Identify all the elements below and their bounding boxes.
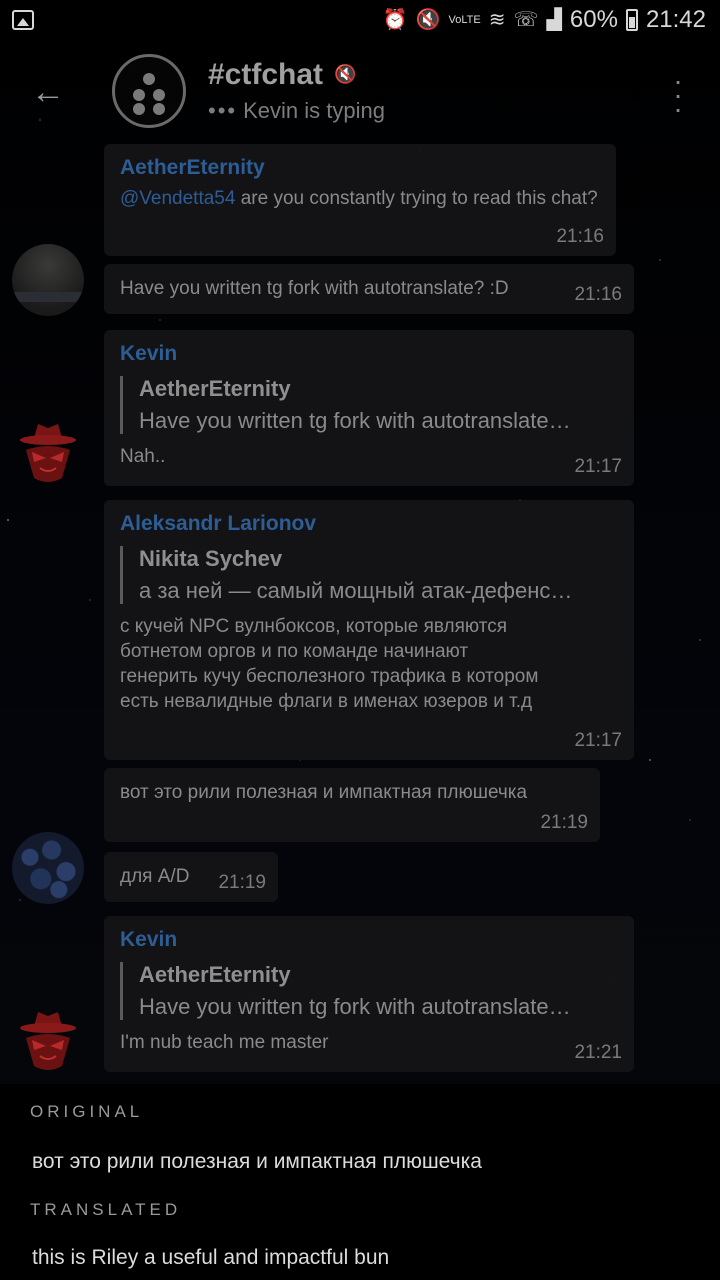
message-bubble[interactable]: Aleksandr Larionov Nikita Sychev а за не…	[104, 500, 634, 760]
muted-icon: 🔇	[334, 64, 357, 84]
volte-icon: VoLTE	[448, 13, 481, 26]
translation-panel: ORIGINAL вот это рили полезная и импактн…	[0, 1084, 720, 1280]
reply-quote[interactable]: AetherEternity Have you written tg fork …	[120, 376, 606, 434]
mention-link[interactable]: @Vendetta54	[120, 188, 235, 209]
battery-percent: 60%	[569, 6, 618, 33]
status-bar: ⏰ 🔇 VoLTE ≋ ☏ ▟ 60% 21:42	[0, 0, 720, 44]
message-time: 21:19	[540, 812, 588, 833]
image-notification-icon	[12, 10, 34, 30]
message-text: @Vendetta54 are you constantly trying to…	[120, 186, 610, 211]
original-text: вот это рили полезная и импактная плюшеч…	[32, 1150, 482, 1173]
reply-author: Nikita Sychev	[139, 546, 283, 571]
reply-text: а за ней — самый мощный атак-дефенс…	[139, 578, 573, 603]
arrow-left-icon[interactable]: ←	[26, 70, 70, 114]
message-line: генерить кучу бесполезного трафика в кот…	[120, 666, 539, 687]
message-line: ботнетом оргов и по команде начинают	[120, 641, 469, 662]
signal-icon: ▟	[546, 9, 562, 31]
chat-header: ← #ctfchat 🔇 ••• Kevin is typing · · ·	[0, 44, 720, 140]
message-time: 21:16	[556, 226, 604, 247]
wifi-icon: ≋	[488, 9, 506, 31]
avatar-dot	[153, 89, 165, 101]
original-label: ORIGINAL	[30, 1102, 144, 1121]
message-text: Have you written tg fork with autotransl…	[120, 278, 509, 299]
message-time: 21:16	[574, 284, 622, 305]
battery-icon	[625, 9, 638, 31]
message-bubble[interactable]: Kevin AetherEternity Have you written tg…	[104, 916, 634, 1072]
user-avatar[interactable]	[12, 1004, 84, 1076]
clock: 21:42	[645, 6, 706, 33]
reply-author: AetherEternity	[139, 376, 291, 401]
alarm-icon: ⏰	[382, 9, 408, 31]
message-text: с кучей NPC вулнбоксов, которые являются…	[120, 614, 618, 714]
reply-author: AetherEternity	[139, 962, 291, 987]
sender-name[interactable]: AetherEternity	[120, 156, 600, 180]
message-text: I'm nub teach me master	[120, 1032, 329, 1053]
user-avatar[interactable]	[12, 416, 84, 488]
sender-name[interactable]: Aleksandr Larionov	[120, 512, 618, 536]
avatar-dot	[143, 73, 155, 85]
avatar-dot	[133, 89, 145, 101]
message-bubble[interactable]: Have you written tg fork with autotransl…	[104, 264, 634, 314]
typing-text: Kevin is typing	[243, 98, 385, 123]
chat-title[interactable]: #ctfchat	[208, 58, 323, 92]
typing-status: ••• Kevin is typing	[208, 98, 385, 124]
hacker-avatar-icon	[20, 1012, 76, 1070]
message-time: 21:19	[218, 872, 266, 893]
message-line: с кучей NPC вулнбоксов, которые являются	[120, 616, 508, 637]
message-bubble[interactable]: вот это рили полезная и импактная плюшеч…	[104, 768, 600, 842]
sender-name[interactable]: Kevin	[120, 342, 618, 366]
reply-text: Have you written tg fork with autotransl…	[139, 994, 571, 1019]
typing-dots-icon: •••	[208, 98, 238, 123]
translated-label: TRANSLATED	[30, 1200, 182, 1219]
reply-quote[interactable]: Nikita Sychev а за ней — самый мощный ат…	[120, 546, 606, 604]
message-line: есть невалидные флаги в именах юзеров и …	[120, 691, 533, 712]
user-avatar[interactable]	[12, 244, 84, 316]
avatar-dot	[153, 103, 165, 115]
message-time: 21:21	[574, 1042, 622, 1063]
hacker-avatar-icon	[20, 424, 76, 482]
message-bubble[interactable]: для A/D 21:19	[104, 852, 278, 902]
status-icons: ⏰ 🔇 VoLTE ≋ ☏ ▟ 60% 21:42	[383, 6, 706, 34]
user-avatar[interactable]	[12, 832, 84, 904]
message-bubble[interactable]: AetherEternity @Vendetta54 are you const…	[104, 144, 616, 256]
group-avatar[interactable]	[112, 54, 186, 128]
avatar-dot	[133, 103, 145, 115]
message-time: 21:17	[574, 456, 622, 477]
message-text: Nah..	[120, 446, 166, 467]
reply-text: Have you written tg fork with autotransl…	[139, 408, 571, 433]
message-body: are you constantly trying to read this c…	[240, 188, 598, 209]
translated-text: this is Riley a useful and impactful bun	[32, 1246, 390, 1269]
mute-sound-icon: 🔇	[415, 9, 441, 31]
message-time: 21:17	[574, 730, 622, 751]
message-bubble[interactable]: Kevin AetherEternity Have you written tg…	[104, 330, 634, 486]
message-text: вот это рили полезная и импактная плюшеч…	[120, 782, 528, 803]
phone-icon: ☏	[513, 9, 539, 31]
more-vert-icon[interactable]: · · ·	[666, 67, 690, 123]
reply-quote[interactable]: AetherEternity Have you written tg fork …	[120, 962, 606, 1020]
sender-name[interactable]: Kevin	[120, 928, 618, 952]
